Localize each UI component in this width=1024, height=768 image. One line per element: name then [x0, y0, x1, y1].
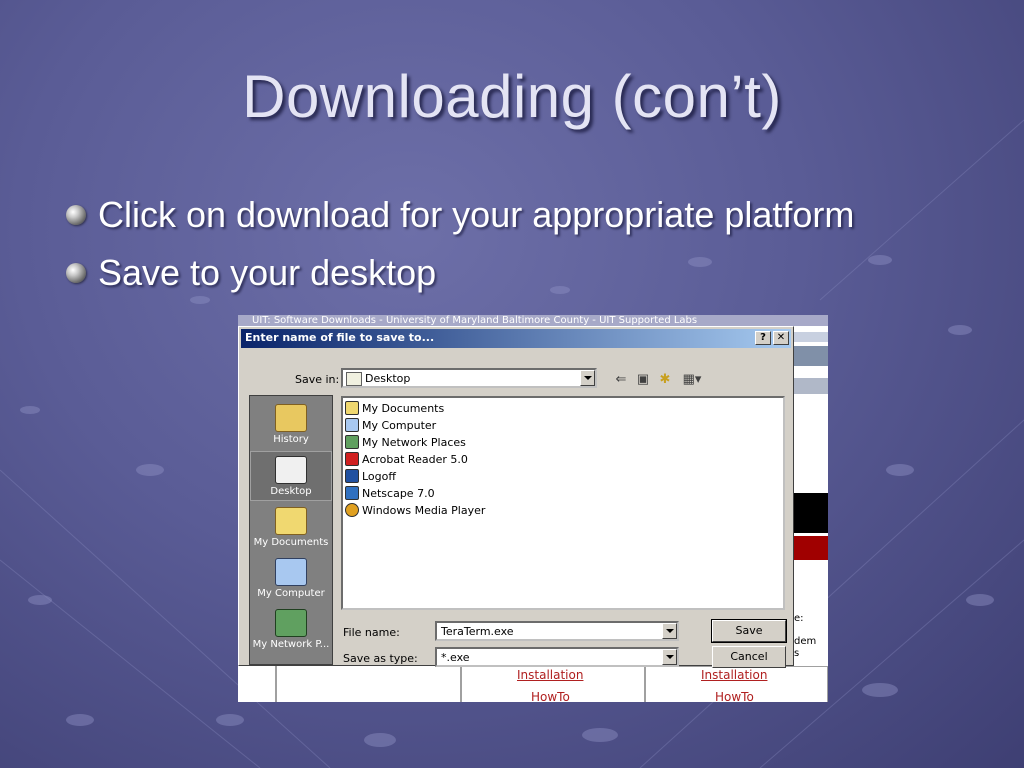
slide-title: Downloading (con’t) — [242, 63, 782, 130]
acrobat-icon — [345, 452, 359, 466]
place-my-computer[interactable]: My Computer — [250, 554, 332, 604]
file-label: Logoff — [362, 469, 396, 483]
list-item[interactable]: Acrobat Reader 5.0 — [345, 451, 468, 467]
download-table: Installation Installation HowTo HowTo — [238, 666, 828, 702]
list-item[interactable]: My Computer — [345, 417, 436, 433]
bullet-item: Save to your desktop — [66, 244, 854, 302]
page-band — [794, 536, 828, 560]
new-folder-icon[interactable]: ✱ — [657, 371, 673, 387]
page-band — [794, 493, 828, 533]
save-as-type-dropdown[interactable]: *.exe — [435, 647, 679, 667]
page-text: dem — [794, 636, 817, 647]
file-name-label: File name: — [343, 626, 400, 639]
place-label: History — [273, 434, 309, 445]
page-band — [794, 418, 828, 452]
netscape-icon — [345, 486, 359, 500]
media-player-icon — [345, 503, 359, 517]
table-cell — [276, 666, 461, 702]
page-text: e: — [794, 613, 804, 624]
cancel-button[interactable]: Cancel — [712, 646, 786, 668]
page-text: s — [794, 648, 800, 659]
list-item[interactable]: Windows Media Player — [345, 502, 485, 518]
place-history[interactable]: History — [250, 400, 332, 450]
computer-icon — [345, 418, 359, 432]
save-in-value: Desktop — [365, 372, 411, 385]
browser-title: UIT: Software Downloads - University of … — [238, 315, 828, 326]
place-label: My Documents — [253, 537, 329, 548]
folder-icon — [345, 401, 359, 415]
screenshot: UIT: Software Downloads - University of … — [238, 315, 828, 702]
chevron-down-icon[interactable] — [662, 649, 677, 665]
chevron-down-icon[interactable] — [662, 623, 677, 639]
file-label: My Network Places — [362, 435, 466, 449]
network-icon — [275, 609, 307, 637]
file-name-input[interactable]: TeraTerm.exe — [435, 621, 679, 641]
places-bar: History Desktop My Documents My Computer… — [249, 395, 333, 665]
list-item[interactable]: My Documents — [345, 400, 444, 416]
file-name-value: TeraTerm.exe — [441, 625, 514, 638]
page-band — [794, 332, 828, 342]
save-in-dropdown[interactable]: Desktop — [341, 368, 597, 388]
save-as-type-value: *.exe — [441, 651, 470, 664]
file-label: My Documents — [362, 401, 445, 415]
list-item[interactable]: My Network Places — [345, 434, 466, 450]
bullet-icon — [66, 263, 86, 283]
view-menu-icon[interactable]: ▦▾ — [679, 371, 705, 387]
save-dialog: Enter name of file to save to... ? ✕ Sav… — [238, 326, 794, 668]
back-icon[interactable]: ⇐ — [613, 371, 629, 387]
close-button[interactable]: ✕ — [773, 331, 789, 345]
network-icon — [345, 435, 359, 449]
bullet-item: Click on download for your appropriate p… — [66, 186, 854, 244]
dialog-titlebar[interactable]: Enter name of file to save to... ? ✕ — [241, 329, 791, 348]
save-in-label: Save in: — [295, 373, 340, 386]
history-icon — [275, 404, 307, 432]
page-band — [794, 346, 828, 366]
installation-link[interactable]: Installation — [517, 668, 583, 682]
howto-link[interactable]: HowTo — [531, 690, 570, 702]
folder-icon — [275, 507, 307, 535]
place-label: My Computer — [257, 588, 325, 599]
place-my-documents[interactable]: My Documents — [250, 503, 332, 553]
computer-icon — [275, 558, 307, 586]
logoff-icon — [345, 469, 359, 483]
bullet-text: Save to your desktop — [98, 252, 437, 293]
table-cell — [238, 666, 276, 702]
place-label: My Network P... — [252, 639, 330, 650]
file-label: Acrobat Reader 5.0 — [362, 452, 468, 466]
browser-page-edge: e: dem s — [794, 326, 828, 666]
help-button[interactable]: ? — [755, 331, 771, 345]
list-item[interactable]: Logoff — [345, 468, 396, 484]
up-folder-icon[interactable]: ▣ — [635, 371, 651, 387]
bullet-list: Click on download for your appropriate p… — [66, 186, 854, 302]
bullet-icon — [66, 205, 86, 225]
place-label: Desktop — [270, 486, 312, 497]
howto-link[interactable]: HowTo — [715, 690, 754, 702]
file-label: My Computer — [362, 418, 437, 432]
installation-link[interactable]: Installation — [701, 668, 767, 682]
save-as-type-label: Save as type: — [343, 652, 418, 665]
desktop-icon — [346, 372, 362, 386]
place-desktop[interactable]: Desktop — [250, 451, 332, 501]
list-item[interactable]: Netscape 7.0 — [345, 485, 435, 501]
file-label: Netscape 7.0 — [362, 486, 435, 500]
dialog-title: Enter name of file to save to... — [245, 331, 435, 344]
file-label: Windows Media Player — [362, 503, 486, 517]
bullet-text: Click on download for your appropriate p… — [98, 194, 855, 235]
chevron-down-icon[interactable] — [580, 370, 595, 386]
page-band — [794, 378, 828, 394]
file-list[interactable]: My Documents My Computer My Network Plac… — [341, 396, 785, 610]
place-network[interactable]: My Network P... — [250, 605, 332, 655]
desktop-icon — [275, 456, 307, 484]
save-button[interactable]: Save — [711, 619, 787, 643]
